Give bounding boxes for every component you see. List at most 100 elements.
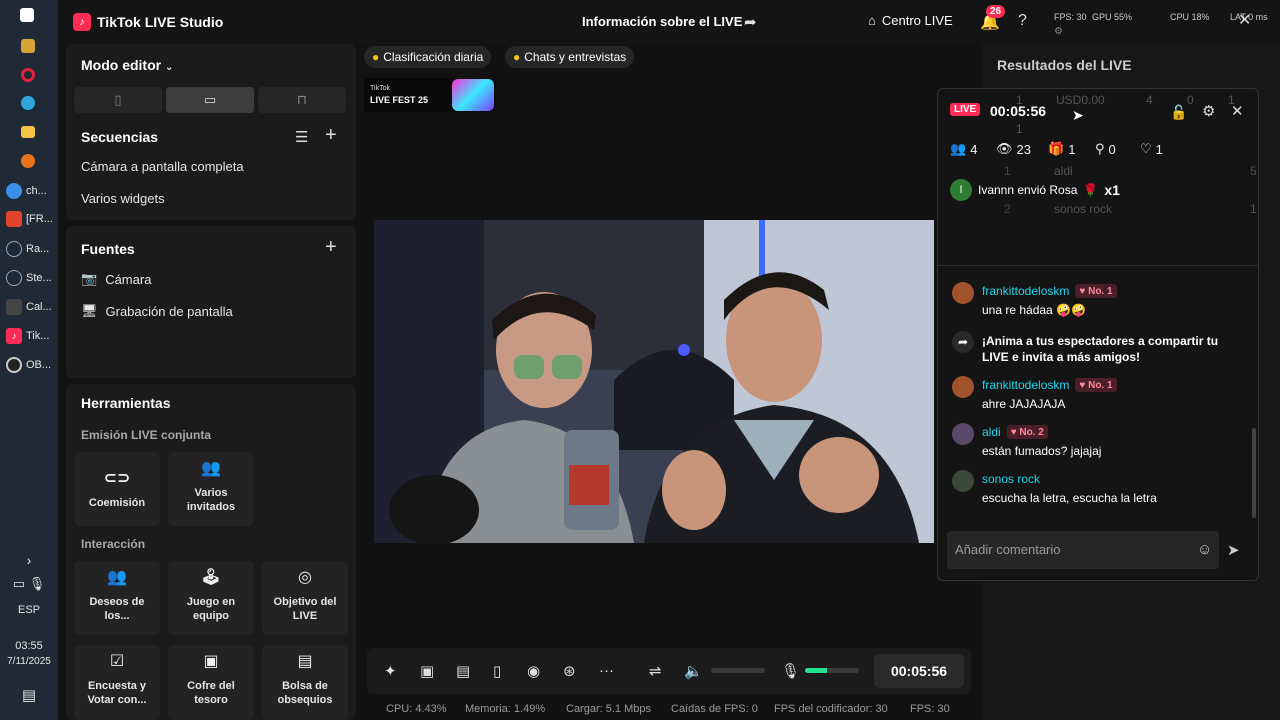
comment-author[interactable]: aldi ♥ No. 2 <box>982 425 1048 439</box>
coemision-button[interactable]: ⊂⊃ Coemisión <box>74 452 160 526</box>
taskbar-app-explorer[interactable] <box>21 121 69 143</box>
speaker-icon[interactable]: 🔈 <box>684 662 703 680</box>
help-icon[interactable]: ? <box>1018 12 1027 30</box>
layout-locked-button[interactable]: ⊓ <box>258 87 346 113</box>
layout-icon[interactable]: ▤ <box>456 662 470 680</box>
list-icon[interactable]: ☰ <box>295 128 308 146</box>
rank-badge: ♥ No. 2 <box>1006 425 1048 439</box>
wishes-button[interactable]: 👥 Deseos de los... <box>74 561 160 635</box>
poll-button[interactable]: ☑ Encuesta y Votar con... <box>74 645 160 720</box>
comment-author[interactable]: sonos rock <box>982 472 1040 486</box>
camera-preview[interactable] <box>374 220 934 543</box>
live-badge: LIVE <box>950 103 981 116</box>
fuentes-title: Fuentes <box>81 241 135 257</box>
video-settings-icon[interactable]: ▣ <box>420 662 434 680</box>
taskbar-app-calc[interactable]: Cal... <box>6 296 54 318</box>
unlock-icon[interactable]: 🔓 <box>1170 104 1187 121</box>
share-icon[interactable]: ➦ <box>744 13 757 31</box>
avatar[interactable] <box>952 376 974 398</box>
opera-icon <box>21 68 35 82</box>
audio-mixer-icon[interactable]: ⇌ <box>649 662 662 680</box>
clock-time[interactable]: 03:55 <box>0 640 58 652</box>
live-fest-banner[interactable]: TikTok LIVE FEST 25 <box>364 78 496 112</box>
taskbar-app-brave[interactable]: [FR... <box>6 208 54 230</box>
microphone-icon[interactable]: 🎙 <box>781 662 800 680</box>
close-icon[interactable]: ✕ <box>1238 10 1251 30</box>
record-icon[interactable]: ◉ <box>527 662 540 680</box>
mic-level-meter <box>805 668 859 673</box>
sequence-item[interactable]: Varios widgets <box>81 191 165 206</box>
emoji-icon[interactable]: ☺ <box>1197 541 1212 558</box>
treasure-chest-button[interactable]: ▣ Cofre del tesoro <box>168 645 254 720</box>
multi-guest-button[interactable]: 👥 Varios invitados <box>168 452 254 526</box>
layout-landscape-button[interactable]: ▭ <box>166 87 254 113</box>
chevron-right-icon[interactable]: › <box>0 552 58 568</box>
chest-icon: ▣ <box>203 653 219 670</box>
calculator-icon <box>6 299 22 315</box>
sequence-item[interactable]: Cámara a pantalla completa <box>81 159 244 174</box>
folder-icon <box>21 126 35 138</box>
tray-icons[interactable]: ▭ 🎙 <box>0 576 58 592</box>
close-overlay-icon[interactable]: ✕ <box>1231 102 1244 120</box>
steam-like-icon <box>6 241 22 257</box>
add-sequence-icon[interactable]: + <box>325 124 337 147</box>
taskbar-app-obs[interactable]: OB... <box>6 354 54 376</box>
taskbar-app-edge[interactable] <box>21 92 69 114</box>
live-info-title[interactable]: Información sobre el LIVE <box>582 14 742 29</box>
send-icon[interactable]: ➤ <box>1227 541 1240 559</box>
chat-scrollbar[interactable] <box>1252 428 1256 518</box>
volume-slider[interactable] <box>711 668 765 673</box>
taskbar-app-opera[interactable] <box>21 64 69 86</box>
chevron-down-icon: ⌄ <box>165 62 174 73</box>
mode-selector[interactable]: Modo editor ⌄ <box>81 57 173 73</box>
source-item-screen[interactable]: 🖥 Grabación de pantalla <box>81 303 233 319</box>
taskbar-app-tiktok[interactable]: ♪ Tik... <box>6 325 54 347</box>
lock-layout-icon: ⊓ <box>296 92 308 107</box>
avatar[interactable] <box>952 423 974 445</box>
comment-author[interactable]: frankittodeloskm ♥ No. 1 <box>982 378 1117 392</box>
taskbar-app-razer[interactable]: Ra... <box>6 238 54 260</box>
live-goal-button[interactable]: ◎ Objetivo del LIVE <box>262 561 348 635</box>
add-source-icon[interactable]: + <box>325 236 337 259</box>
comment-text: ahre JAJAJAJA <box>982 397 1066 411</box>
daily-ranking-pill[interactable]: ● Clasificación diaria <box>364 46 492 68</box>
language-indicator[interactable]: ESP <box>0 604 58 616</box>
top-bar: ♪ TikTok LIVE Studio Información sobre e… <box>58 0 1280 44</box>
gift-bag-icon: ▤ <box>297 653 313 670</box>
effects-icon[interactable]: ⊛ <box>563 662 576 680</box>
chrome-icon <box>6 183 22 199</box>
dropped-frames-status: Caídas de FPS: 0 <box>671 703 758 715</box>
settings-icon[interactable]: ⚙ <box>1202 102 1215 120</box>
gift-bag-button[interactable]: ▤ Bolsa de obsequios <box>262 645 348 720</box>
poll-icon: ☑ <box>109 653 125 670</box>
more-options-icon[interactable]: ··· <box>599 662 614 679</box>
taskbar-app-chrome[interactable]: ch... <box>6 180 54 202</box>
avatar[interactable] <box>952 470 974 492</box>
rose-icon: 🌹 <box>1083 183 1099 197</box>
comment-input[interactable]: Añadir comentario <box>947 531 1219 569</box>
centro-live-button[interactable]: ⌂ Centro LIVE <box>868 13 953 28</box>
gift-icon: 🎁 <box>1048 141 1065 156</box>
gift-notification: I Ivannn envió Rosa 🌹 x1 <box>950 178 1120 202</box>
chats-pill[interactable]: ● Chats y entrevistas <box>505 46 635 68</box>
bg-rank-name: aldi <box>1054 164 1073 178</box>
comment-text: escucha la letra, escucha la letra <box>982 491 1157 505</box>
clock-date[interactable]: 7/11/2025 <box>0 656 58 667</box>
phone-mirror-icon[interactable]: ▯ <box>493 662 501 680</box>
tools-title: Herramientas <box>81 395 171 411</box>
mic-level-fill <box>805 668 827 673</box>
comment-text: una re hádaa 🤪🤪 <box>982 303 1086 317</box>
notifications-icon[interactable]: ▤ <box>0 686 58 704</box>
settings-icon[interactable]: ⚙ <box>1054 26 1063 37</box>
likes-stat: ♡ 1 <box>1140 141 1163 157</box>
magic-wand-icon[interactable]: ✦ <box>384 662 397 680</box>
team-game-button[interactable]: 🕹 Juego en equipo <box>168 561 254 635</box>
layout-portrait-button[interactable]: ▯ <box>74 87 162 113</box>
taskbar-app-steam[interactable]: Ste... <box>6 267 54 289</box>
taskbar-app-firefox[interactable] <box>21 150 69 172</box>
source-item-camera[interactable]: 📷 Cámara <box>81 271 151 287</box>
avatar[interactable] <box>952 282 974 304</box>
bg-rank: 2 <box>1004 202 1011 216</box>
camera-icon: 📷 <box>81 271 98 286</box>
comment-author[interactable]: frankittodeloskm ♥ No. 1 <box>982 284 1117 298</box>
